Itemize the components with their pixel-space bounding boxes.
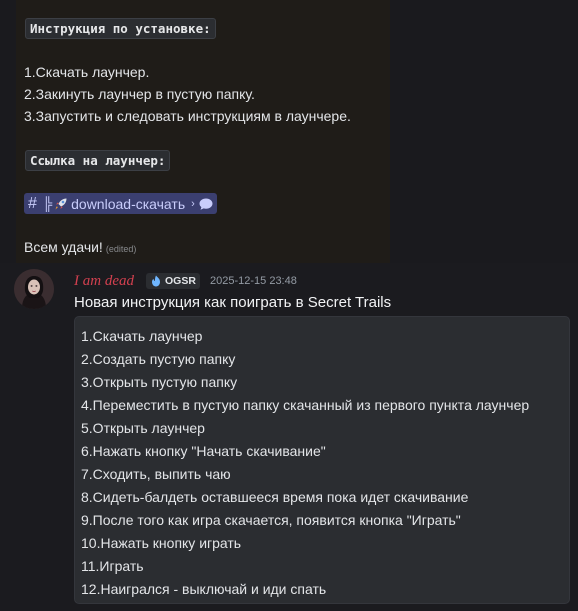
code-line: 2.Создать пустую папку <box>81 351 236 367</box>
channel-prefix: ╠ <box>42 196 53 211</box>
previous-message <box>16 0 390 263</box>
code-line: 8.Сидеть-балдеть оставшееся время пока и… <box>81 489 469 505</box>
code-line: 3.Открыть пустую папку <box>81 374 238 390</box>
code-line: 9.После того как игра скачается, появитс… <box>81 512 461 528</box>
edited-label: (edited) <box>105 244 137 254</box>
code-line: 4.Переместить в пустую папку скачанный и… <box>81 397 530 413</box>
install-step-2: 2.Закинуть лаунчер в пустую папку. <box>24 86 255 102</box>
chevron-right-icon: › <box>191 197 195 210</box>
avatar-portrait-icon <box>14 269 54 309</box>
launcher-link-code: Ссылка на лаунчер: <box>25 150 171 171</box>
server-tag-icon <box>152 275 160 287</box>
avatar[interactable] <box>14 269 54 309</box>
code-line: 7.Сходить, выпить чаю <box>81 466 231 482</box>
closing-line: Всем удачи! (edited) <box>24 239 136 255</box>
server-tag[interactable]: OGSR <box>146 273 200 289</box>
timestamp: 2025-12-15 23:48 <box>210 275 297 287</box>
code-line: 5.Открыть лаунчер <box>81 420 205 436</box>
code-line: 10.Нажать кнопку играть <box>81 535 242 551</box>
chat-bubble-icon <box>199 198 213 210</box>
code-block: 1.Скачать лаунчер 2.Создать пустую папку… <box>74 316 570 604</box>
install-step-1: 1.Скачать лаунчер. <box>24 64 150 80</box>
message-text: Новая инструкция как поиграть в Secret T… <box>74 294 392 311</box>
channel-mention-download[interactable]: # ╠ download-скачать › <box>24 193 217 214</box>
code-line: 11.Играть <box>81 558 144 574</box>
code-line: 12.Наигрался - выключай и иди спать <box>81 581 327 597</box>
code-line: 6.Нажать кнопку "Начать скачивание" <box>81 443 326 459</box>
install-header-code: Инструкция по установке: <box>25 18 216 39</box>
hash-icon: # <box>28 194 37 212</box>
code-line: 1.Скачать лаунчер <box>81 328 203 344</box>
install-step-3: 3.Запустить и следовать инструкциям в ла… <box>24 108 351 124</box>
username[interactable]: I am dead <box>74 273 134 290</box>
rocket-icon <box>55 198 67 209</box>
closing-text: Всем удачи! <box>24 239 103 255</box>
channel-name: download-скачать <box>71 195 186 212</box>
server-tag-label: OGSR <box>165 275 196 287</box>
